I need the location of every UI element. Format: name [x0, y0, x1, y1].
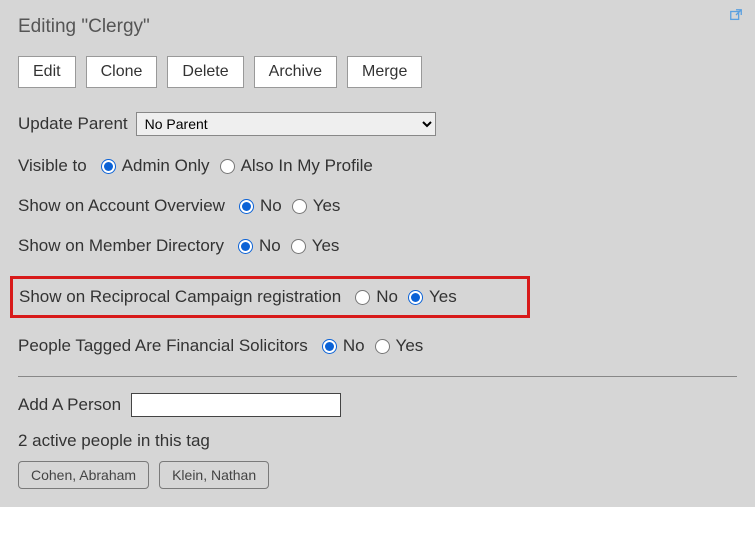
- add-person-input[interactable]: [131, 393, 341, 417]
- section-divider: [18, 376, 737, 377]
- member-directory-row: Show on Member Directory No Yes: [18, 236, 737, 256]
- visible-profile-option: Also In My Profile: [241, 156, 373, 176]
- visible-to-row: Visible to Admin Only Also In My Profile: [18, 156, 737, 176]
- visible-admin-option: Admin Only: [122, 156, 210, 176]
- popout-icon[interactable]: [729, 8, 743, 22]
- edit-button[interactable]: Edit: [18, 56, 76, 88]
- reciprocal-no-option: No: [376, 287, 398, 307]
- account-overview-label: Show on Account Overview: [18, 196, 225, 216]
- account-overview-yes-radio[interactable]: [292, 199, 307, 214]
- page-title: Editing "Clergy": [18, 16, 737, 38]
- account-overview-row: Show on Account Overview No Yes: [18, 196, 737, 216]
- person-chip[interactable]: Klein, Nathan: [159, 461, 269, 489]
- visible-profile-radio[interactable]: [220, 159, 235, 174]
- person-chip[interactable]: Cohen, Abraham: [18, 461, 149, 489]
- solicitors-yes-radio[interactable]: [375, 339, 390, 354]
- archive-button[interactable]: Archive: [254, 56, 337, 88]
- solicitors-no-radio[interactable]: [322, 339, 337, 354]
- member-directory-no-radio[interactable]: [238, 239, 253, 254]
- reciprocal-highlight: Show on Reciprocal Campaign registration…: [10, 276, 530, 318]
- solicitors-row: People Tagged Are Financial Solicitors N…: [18, 336, 737, 356]
- member-directory-no-option: No: [259, 236, 281, 256]
- update-parent-row: Update Parent No Parent: [18, 112, 737, 136]
- member-directory-yes-radio[interactable]: [291, 239, 306, 254]
- account-overview-no-radio[interactable]: [239, 199, 254, 214]
- clone-button[interactable]: Clone: [86, 56, 158, 88]
- visible-admin-radio[interactable]: [101, 159, 116, 174]
- solicitors-label: People Tagged Are Financial Solicitors: [18, 336, 308, 356]
- reciprocal-no-radio[interactable]: [355, 290, 370, 305]
- member-directory-yes-option: Yes: [312, 236, 340, 256]
- people-count: 2 active people in this tag: [18, 431, 737, 451]
- people-chip-row: Cohen, Abraham Klein, Nathan: [18, 461, 737, 489]
- reciprocal-row: Show on Reciprocal Campaign registration…: [19, 287, 521, 307]
- add-person-row: Add A Person: [18, 393, 737, 417]
- update-parent-select[interactable]: No Parent: [136, 112, 436, 136]
- account-overview-yes-option: Yes: [313, 196, 341, 216]
- edit-tag-panel: Editing "Clergy" Edit Clone Delete Archi…: [0, 0, 755, 507]
- reciprocal-yes-radio[interactable]: [408, 290, 423, 305]
- member-directory-label: Show on Member Directory: [18, 236, 224, 256]
- merge-button[interactable]: Merge: [347, 56, 422, 88]
- action-button-row: Edit Clone Delete Archive Merge: [18, 56, 737, 88]
- account-overview-no-option: No: [260, 196, 282, 216]
- solicitors-yes-option: Yes: [396, 336, 424, 356]
- delete-button[interactable]: Delete: [167, 56, 243, 88]
- update-parent-label: Update Parent: [18, 114, 128, 134]
- add-person-label: Add A Person: [18, 395, 121, 415]
- visible-to-label: Visible to: [18, 156, 87, 176]
- reciprocal-label: Show on Reciprocal Campaign registration: [19, 287, 341, 307]
- solicitors-no-option: No: [343, 336, 365, 356]
- reciprocal-yes-option: Yes: [429, 287, 457, 307]
